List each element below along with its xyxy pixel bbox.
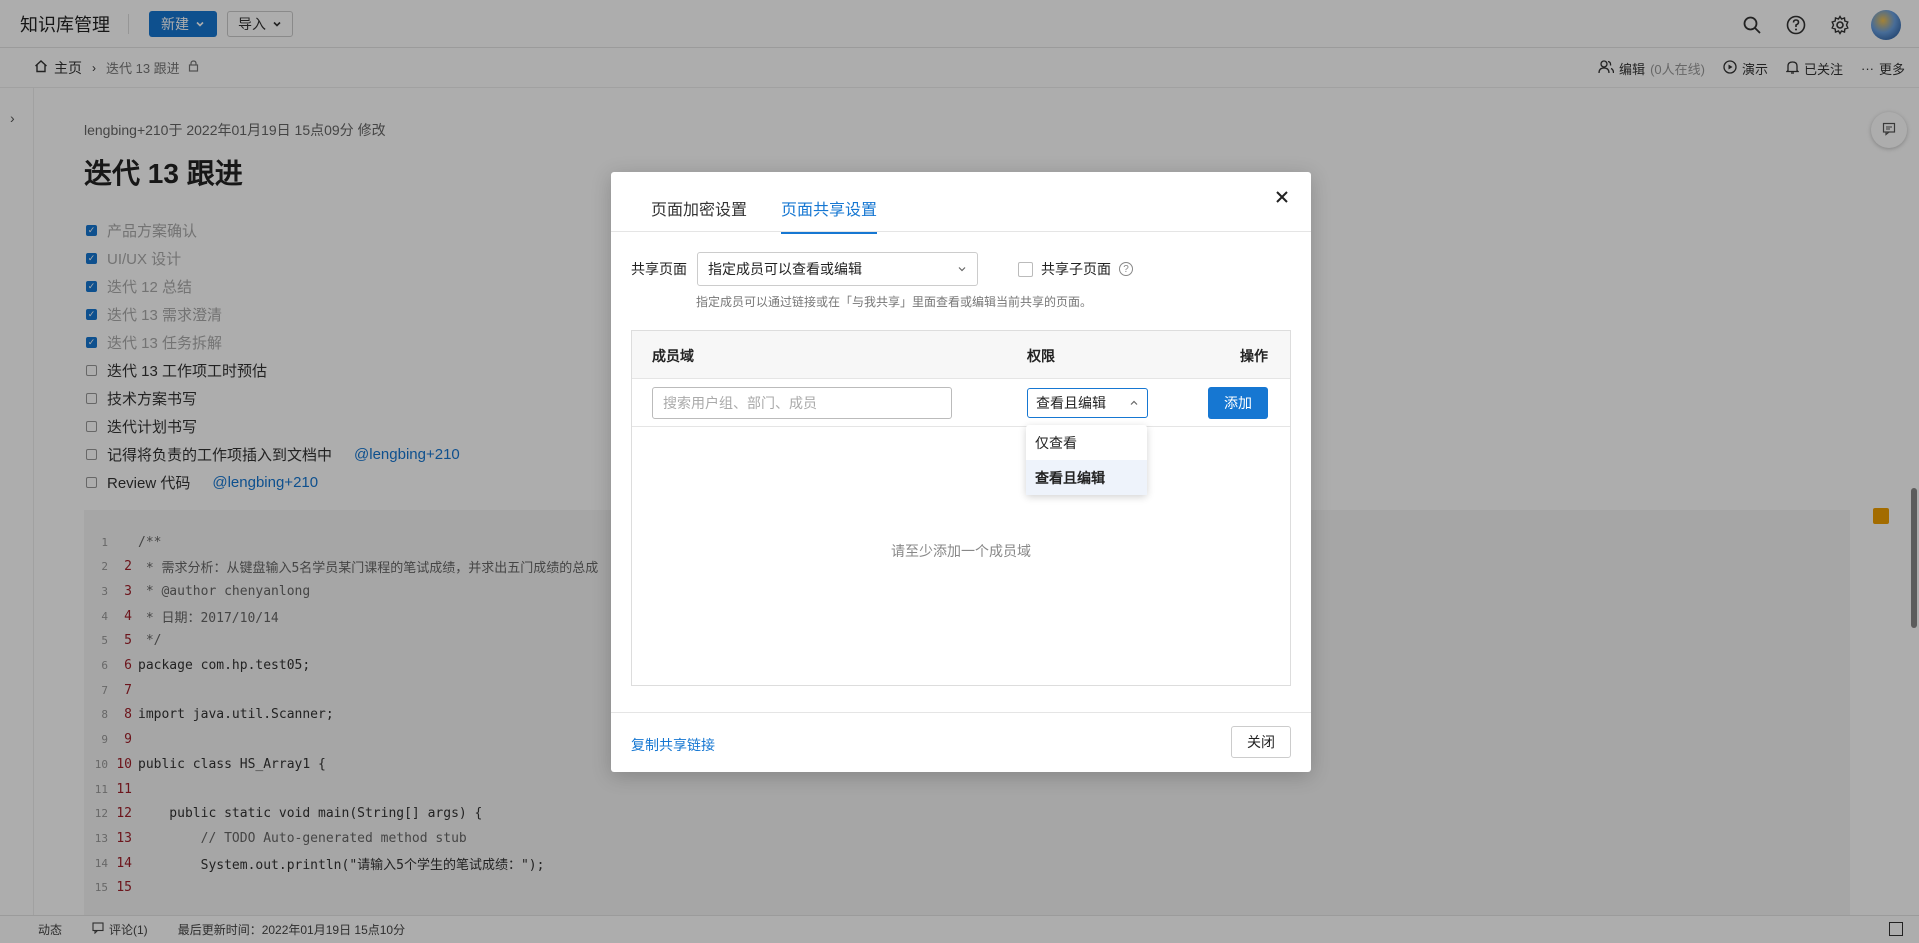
table-row: 查看且编辑 添加: [632, 379, 1290, 427]
close-button[interactable]: 关闭: [1231, 726, 1291, 758]
permission-value: 查看且编辑: [1036, 395, 1106, 411]
perm-option-view-edit[interactable]: 查看且编辑: [1026, 460, 1147, 495]
share-subpages-checkbox[interactable]: [1018, 261, 1033, 277]
add-member-button[interactable]: 添加: [1208, 387, 1268, 419]
share-subpages-label: 共享子页面: [1041, 261, 1111, 277]
dialog-footer: 复制共享链接 关闭: [611, 712, 1311, 772]
chevron-up-icon: [1129, 395, 1139, 411]
permission-dropdown: 仅查看 查看且编辑: [1026, 425, 1147, 495]
share-page-row: 共享页面 指定成员可以查看或编辑 共享子页面 ?: [631, 252, 1133, 286]
col-member: 成员域: [652, 348, 694, 364]
table-header: 成员域 权限 操作: [632, 331, 1290, 379]
copy-share-link[interactable]: 复制共享链接: [631, 735, 715, 755]
member-search-input[interactable]: [652, 387, 952, 419]
tab-encryption[interactable]: 页面加密设置: [651, 196, 747, 232]
col-action: 操作: [1240, 348, 1268, 364]
chevron-down-icon: [957, 261, 967, 277]
close-icon[interactable]: [1271, 186, 1293, 208]
tab-sharing[interactable]: 页面共享设置: [781, 196, 878, 234]
share-settings-dialog: 页面加密设置 页面共享设置 共享页面 指定成员可以查看或编辑 共享子页面 ? 指…: [611, 172, 1311, 772]
col-permission: 权限: [1027, 348, 1055, 364]
share-page-label: 共享页面: [631, 261, 687, 277]
member-table: 成员域 权限 操作 查看且编辑 添加 请至少添加一个成员域: [631, 330, 1291, 686]
dialog-tabs: 页面加密设置 页面共享设置: [611, 172, 1311, 234]
perm-option-view-only[interactable]: 仅查看: [1026, 425, 1147, 460]
permission-select[interactable]: 查看且编辑: [1027, 388, 1148, 418]
share-hint: 指定成员可以通过链接或在「与我共享」里面查看或编辑当前共享的页面。: [696, 295, 1093, 309]
share-subpages-option[interactable]: 共享子页面 ?: [1018, 259, 1133, 279]
help-icon[interactable]: ?: [1119, 262, 1133, 276]
share-mode-select[interactable]: 指定成员可以查看或编辑: [697, 252, 978, 286]
empty-state: 请至少添加一个成员域: [891, 543, 1031, 559]
share-mode-value: 指定成员可以查看或编辑: [708, 261, 862, 277]
